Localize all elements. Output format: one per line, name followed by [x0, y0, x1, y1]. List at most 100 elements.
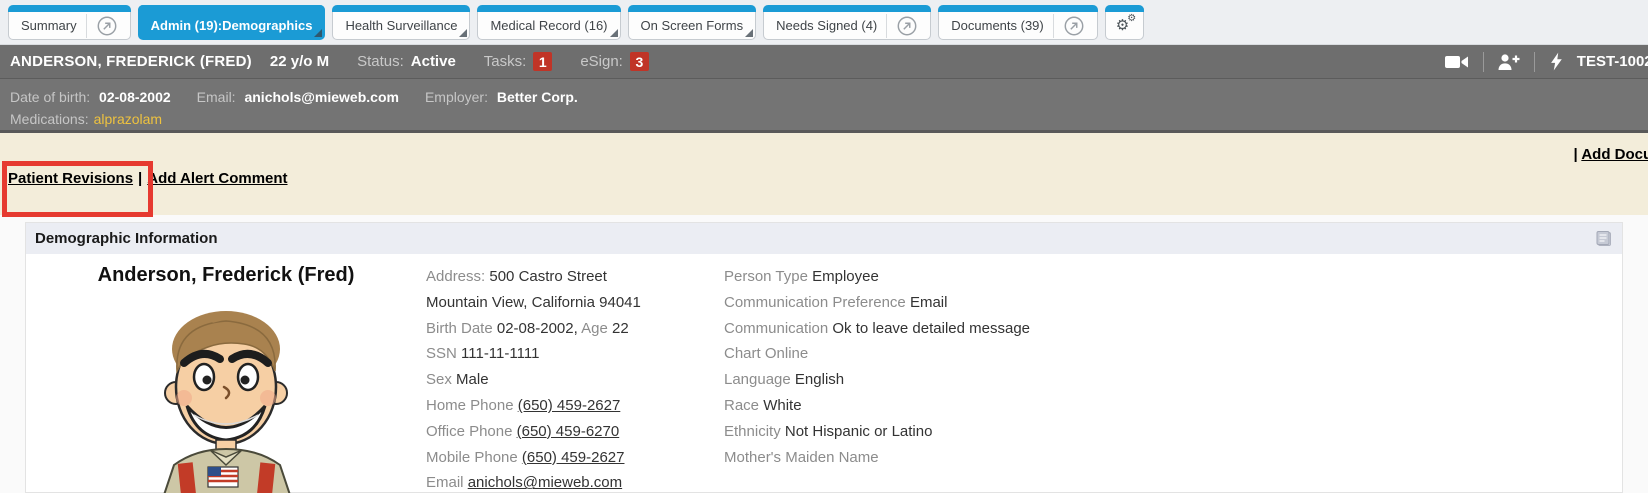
employer-group: Employer: Better Corp.: [425, 89, 578, 105]
age-value: 22: [612, 320, 629, 337]
popout-arrow-icon[interactable]: [86, 14, 118, 38]
patient-revisions-link[interactable]: Patient Revisions: [8, 170, 133, 187]
esign-label: eSign:: [580, 53, 623, 70]
panel-title: Demographic Information: [35, 230, 218, 247]
popout-arrow-icon[interactable]: [886, 14, 918, 38]
ethnicity-label: Ethnicity: [724, 423, 781, 440]
link-separator: |: [138, 170, 142, 187]
mobile-phone-link[interactable]: (650) 459-2627: [522, 449, 625, 466]
tab-needs-signed[interactable]: Needs Signed (4): [763, 5, 931, 40]
email-row-link[interactable]: anichols@mieweb.com: [468, 474, 622, 491]
panel-body: Anderson, Frederick (Fred): [26, 254, 1622, 493]
tab-documents[interactable]: Documents (39): [938, 5, 1097, 40]
employer-label: Employer:: [425, 89, 488, 105]
video-camera-icon[interactable]: [1444, 53, 1470, 71]
gears-icon: ⚙⚙: [1116, 18, 1129, 33]
person-type-value: Employee: [812, 268, 879, 285]
tasks-label: Tasks:: [484, 53, 527, 70]
age-label: Age: [581, 320, 608, 337]
patient-photo[interactable]: [26, 297, 426, 493]
patient-info-line-1: Date of birth: 02-08-2002 Email: anichol…: [10, 86, 1638, 108]
birth-date-value: 02-08-2002,: [497, 320, 578, 337]
demographic-information-panel: Demographic Information Anderson, Freder…: [25, 222, 1623, 493]
add-alert-comment-link[interactable]: Add Alert Comment: [147, 170, 287, 187]
language-value: English: [795, 371, 844, 388]
office-phone-label: Office Phone: [426, 423, 512, 440]
ssn-label: SSN: [426, 345, 457, 362]
communication-label: Communication: [724, 320, 828, 337]
attributes-column: Person Type Employee Communication Prefe…: [724, 264, 1622, 493]
add-person-icon[interactable]: [1497, 52, 1521, 72]
left-action-links: Patient Revisions | Add Alert Comment: [8, 170, 288, 187]
patient-identity-column: Anderson, Frederick (Fred): [26, 264, 426, 493]
mothers-maiden-name-label: Mother's Maiden Name: [724, 449, 879, 466]
tasks-count-badge[interactable]: 1: [533, 52, 552, 71]
dob-group: Date of birth: 02-08-2002: [10, 89, 171, 105]
detail-row-ssn: SSN 111-11-1111: [426, 341, 724, 367]
tab-summary[interactable]: Summary: [8, 5, 131, 40]
patient-display-name: Anderson, Frederick (Fred): [26, 264, 426, 287]
attr-row-person-type: Person Type Employee: [724, 264, 1622, 290]
tab-fold-corner-icon: [314, 29, 322, 37]
attr-row-ethnicity: Ethnicity Not Hispanic or Latino: [724, 419, 1622, 445]
home-phone-link[interactable]: (650) 459-2627: [518, 397, 621, 414]
tab-health-surveillance-label: Health Surveillance: [345, 18, 457, 33]
tab-admin-label: Admin (19):Demographics: [151, 18, 313, 33]
detail-row-address: Address: 500 Castro Street: [426, 264, 724, 290]
email-value: anichols@mieweb.com: [244, 89, 398, 105]
medications-value-link[interactable]: alprazolam: [94, 111, 162, 127]
panel-header: Demographic Information: [26, 223, 1622, 254]
tab-on-screen-forms-label: On Screen Forms: [641, 18, 744, 33]
tab-on-screen-forms[interactable]: On Screen Forms: [628, 5, 757, 40]
lightning-icon[interactable]: [1548, 51, 1564, 72]
attr-row-comm-preference: Communication Preference Email: [724, 290, 1622, 316]
communication-value: Ok to leave detailed message: [832, 320, 1030, 337]
tab-documents-label: Documents (39): [951, 18, 1043, 33]
tab-medical-record[interactable]: Medical Record (16): [477, 5, 620, 40]
add-document-link[interactable]: Add Document: [1581, 146, 1648, 163]
right-action-links: | Add Document: [1574, 146, 1648, 163]
race-label: Race: [724, 397, 759, 414]
tab-fold-corner-icon: [610, 29, 618, 37]
patient-tasks-group: Tasks: 1: [484, 52, 553, 71]
comm-preference-label: Communication Preference: [724, 294, 906, 311]
tab-fold-corner-icon: [745, 29, 753, 37]
document-book-icon[interactable]: [1594, 229, 1613, 252]
patient-status-group: Status: Active: [357, 53, 456, 70]
detail-row-mobile-phone: Mobile Phone (650) 459-2627: [426, 445, 724, 471]
dob-label: Date of birth:: [10, 89, 90, 105]
detail-row-office-phone: Office Phone (650) 459-6270: [426, 419, 724, 445]
tab-summary-label: Summary: [21, 18, 77, 33]
mobile-phone-label: Mobile Phone: [426, 449, 518, 466]
patient-name: ANDERSON, FREDERICK (FRED): [10, 53, 252, 70]
office-phone-link[interactable]: (650) 459-6270: [517, 423, 620, 440]
tab-health-surveillance[interactable]: Health Surveillance: [332, 5, 470, 40]
detail-row-address2: Mountain View, California 94041: [426, 290, 724, 316]
detail-row-birthdate: Birth Date 02-08-2002, Age 22: [426, 316, 724, 342]
address-line2: Mountain View, California 94041: [426, 294, 641, 311]
birth-date-label: Birth Date: [426, 320, 493, 337]
sex-label: Sex: [426, 371, 452, 388]
employer-value: Better Corp.: [497, 89, 578, 105]
tab-admin-demographics[interactable]: Admin (19):Demographics: [138, 5, 326, 40]
settings-button[interactable]: ⚙⚙: [1105, 5, 1144, 40]
status-label: Status:: [357, 53, 404, 70]
popout-arrow-icon[interactable]: [1053, 14, 1085, 38]
detail-row-email: Email anichols@mieweb.com: [426, 470, 724, 493]
language-label: Language: [724, 371, 791, 388]
tab-fold-corner-icon: [459, 29, 467, 37]
detail-row-sex: Sex Male: [426, 367, 724, 393]
race-value: White: [763, 397, 801, 414]
sex-value: Male: [456, 371, 489, 388]
email-row-label: Email: [426, 474, 464, 491]
patient-info-bar: Date of birth: 02-08-2002 Email: anichol…: [0, 79, 1648, 133]
home-phone-label: Home Phone: [426, 397, 514, 414]
tab-medical-record-label: Medical Record (16): [490, 18, 607, 33]
content-area: Demographic Information Anderson, Freder…: [0, 215, 1648, 493]
esign-count-badge[interactable]: 3: [630, 52, 649, 71]
comm-preference-value: Email: [910, 294, 948, 311]
ssn-value: 111-11-1111: [461, 345, 539, 362]
divider: [1483, 52, 1484, 72]
tab-needs-signed-label: Needs Signed (4): [776, 18, 877, 33]
webchart-demographics-screen: { "tab_bar": { "tabs": [ { "label": "Sum…: [0, 0, 1648, 493]
